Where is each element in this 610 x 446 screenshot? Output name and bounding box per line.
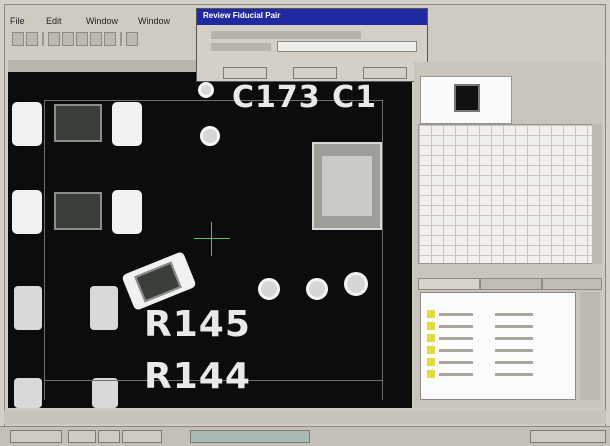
menu-window-2[interactable]: Window bbox=[138, 14, 170, 28]
silkscreen-label-r145: R145 bbox=[144, 304, 251, 345]
dialog-cancel-button[interactable] bbox=[363, 67, 407, 79]
panel-tabs bbox=[418, 278, 602, 290]
thumbnail-chip bbox=[454, 84, 480, 112]
solder-pad bbox=[92, 378, 118, 408]
crosshair-icon bbox=[211, 222, 212, 256]
grid-scrollbar[interactable] bbox=[592, 124, 602, 264]
list-cell bbox=[439, 313, 473, 316]
tab-3[interactable] bbox=[542, 278, 602, 290]
list-item[interactable] bbox=[425, 321, 571, 331]
step-icon[interactable] bbox=[104, 32, 116, 46]
taskbar bbox=[0, 426, 610, 446]
status-flag bbox=[427, 370, 435, 378]
menu-edit[interactable]: Edit bbox=[46, 14, 62, 28]
toolbar-separator bbox=[42, 32, 44, 46]
list-scrollbar[interactable] bbox=[580, 292, 600, 400]
solder-pad bbox=[112, 190, 142, 234]
list-cell bbox=[439, 373, 473, 376]
system-tray bbox=[530, 430, 606, 443]
taskbar-item-active[interactable] bbox=[190, 430, 310, 443]
list-item[interactable] bbox=[425, 345, 571, 355]
solder-pad bbox=[14, 286, 42, 330]
dialog-field-label bbox=[211, 43, 271, 51]
list-item[interactable] bbox=[425, 357, 571, 367]
crosshair-icon bbox=[194, 238, 230, 239]
dialog-select-button[interactable] bbox=[223, 67, 267, 79]
component-top bbox=[322, 156, 372, 216]
tab-2[interactable] bbox=[480, 278, 542, 290]
list-cell bbox=[495, 349, 533, 352]
list-cell bbox=[439, 361, 473, 364]
taskbar-item[interactable] bbox=[122, 430, 162, 443]
via-hole bbox=[200, 126, 220, 146]
list-item[interactable] bbox=[425, 309, 571, 319]
inspection-frame bbox=[382, 100, 383, 400]
list-cell bbox=[439, 337, 473, 340]
save-icon[interactable] bbox=[26, 32, 38, 46]
toolbar bbox=[8, 30, 208, 50]
status-flag bbox=[427, 358, 435, 366]
solder-pad bbox=[112, 102, 142, 146]
zoom-icon[interactable] bbox=[48, 32, 60, 46]
start-button[interactable] bbox=[10, 430, 62, 443]
status-flag bbox=[427, 322, 435, 330]
toolbar-separator bbox=[120, 32, 122, 46]
list-cell bbox=[439, 349, 473, 352]
status-bar bbox=[4, 410, 606, 424]
solder-pad bbox=[90, 286, 118, 330]
list-cell bbox=[495, 313, 533, 316]
stop-icon[interactable] bbox=[90, 32, 102, 46]
dialog-title-bar: Review Fiducial Pair bbox=[197, 9, 427, 25]
status-flag bbox=[427, 310, 435, 318]
pcb-image-view[interactable]: C173 C1 R145 R144 bbox=[8, 72, 412, 408]
light-icon[interactable] bbox=[126, 32, 138, 46]
review-dialog: Review Fiducial Pair bbox=[196, 8, 428, 82]
taskbar-item[interactable] bbox=[98, 430, 120, 443]
grid-icon[interactable] bbox=[62, 32, 74, 46]
status-flag bbox=[427, 334, 435, 342]
via-hole bbox=[258, 278, 280, 300]
resistor-chip bbox=[54, 104, 102, 142]
menu-bar: File Edit Window Window bbox=[8, 14, 198, 28]
dialog-input-field[interactable] bbox=[277, 41, 417, 52]
tab-1[interactable] bbox=[418, 278, 480, 290]
solder-pad bbox=[12, 102, 42, 146]
list-cell bbox=[495, 361, 533, 364]
list-cell bbox=[495, 373, 533, 376]
open-icon[interactable] bbox=[12, 32, 24, 46]
dialog-ok-button[interactable] bbox=[293, 67, 337, 79]
via-hole bbox=[344, 272, 368, 296]
via-hole bbox=[306, 278, 328, 300]
status-flag bbox=[427, 346, 435, 354]
list-item[interactable] bbox=[425, 333, 571, 343]
solder-pad bbox=[12, 190, 42, 234]
taskbar-item[interactable] bbox=[68, 430, 96, 443]
dialog-text-line bbox=[211, 31, 361, 39]
menu-file[interactable]: File bbox=[10, 14, 25, 28]
list-item[interactable] bbox=[425, 369, 571, 379]
dialog-title: Review Fiducial Pair bbox=[203, 11, 281, 20]
play-icon[interactable] bbox=[76, 32, 88, 46]
silkscreen-top-label: C173 C1 bbox=[232, 80, 377, 115]
results-list[interactable] bbox=[420, 292, 576, 400]
menu-window-1[interactable]: Window bbox=[86, 14, 118, 28]
silkscreen-label-r144: R144 bbox=[144, 356, 251, 397]
list-cell bbox=[495, 337, 533, 340]
inspection-frame bbox=[44, 100, 45, 400]
list-cell bbox=[495, 325, 533, 328]
list-cell bbox=[439, 325, 473, 328]
via-hole bbox=[198, 82, 214, 98]
feature-grid[interactable] bbox=[418, 124, 602, 264]
solder-pad bbox=[14, 378, 42, 408]
resistor-chip bbox=[54, 192, 102, 230]
